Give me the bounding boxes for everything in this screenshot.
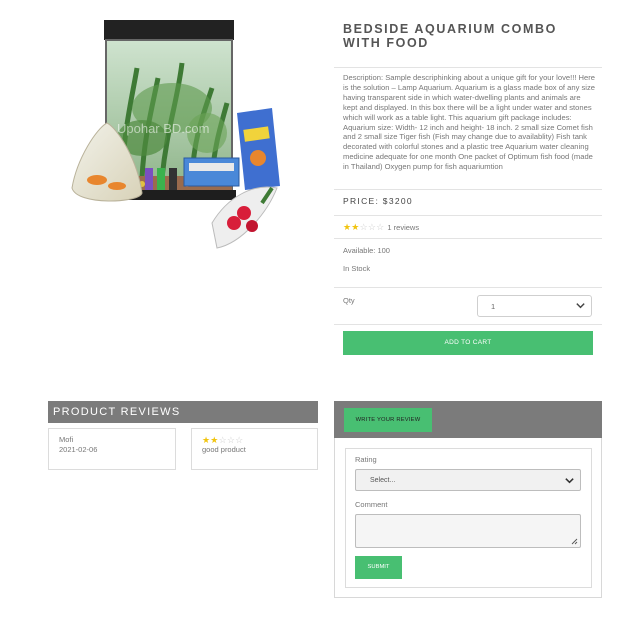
review-rating-stars: ★★☆☆☆ (202, 435, 317, 445)
divider (334, 324, 602, 325)
product-image: Upohar BD.com (71, 20, 280, 249)
watermark-text: Upohar BD.com (117, 121, 209, 136)
chevron-down-icon (565, 478, 574, 484)
star-empty-icon: ☆ (359, 222, 368, 232)
rating-select[interactable]: Select... (355, 469, 581, 491)
product-reviews-heading: PRODUCT REVIEWS (48, 401, 318, 423)
quantity-select[interactable]: 1 (477, 295, 592, 317)
rating-select-value: Select... (370, 477, 396, 484)
resize-grip-icon[interactable] (571, 538, 578, 545)
rating-label: Rating (355, 455, 377, 464)
review-author-card: Mofi 2021-02-06 (48, 428, 176, 470)
star-empty-icon: ☆ (226, 435, 236, 445)
submit-button[interactable]: SUBMIT (355, 556, 402, 579)
stock-status: In Stock (343, 264, 371, 273)
star-filled-icon: ★ (351, 222, 360, 232)
comment-textarea[interactable] (355, 514, 581, 548)
chevron-down-icon (576, 303, 585, 309)
product-description: Description: Sample descriphinking about… (343, 73, 595, 172)
qty-label: Qty (343, 296, 355, 305)
divider (334, 238, 602, 239)
reviewer-name: Mofi (59, 435, 74, 444)
divider (334, 215, 602, 216)
product-rating: ★★☆☆☆ 1 reviews (343, 222, 419, 232)
add-to-cart-button[interactable]: ADD TO CART (343, 331, 593, 355)
reviews-count-link[interactable]: 1 reviews (387, 223, 419, 232)
divider (334, 67, 602, 68)
product-title: BEDSIDE AQUARIUM COMBO WITH FOOD (343, 22, 557, 50)
star-empty-icon: ☆ (376, 222, 385, 232)
quantity-value: 1 (491, 302, 496, 311)
divider (334, 189, 602, 190)
review-date: 2021-02-06 (59, 445, 98, 454)
review-content-card: ★★☆☆☆ good product (191, 428, 318, 470)
rating-stars: ★★☆☆☆ (343, 222, 384, 232)
star-filled-icon: ★ (210, 435, 219, 445)
review-text: good product (202, 445, 246, 454)
star-empty-icon: ☆ (235, 435, 244, 445)
star-empty-icon: ☆ (367, 222, 377, 232)
comment-label: Comment (355, 500, 388, 509)
availability-text: Available: 100 (343, 246, 390, 255)
product-price: PRICE: $3200 (343, 196, 413, 206)
write-review-button[interactable]: WRITE YOUR REVIEW (344, 408, 432, 432)
divider (334, 287, 602, 288)
star-empty-icon: ☆ (218, 435, 227, 445)
